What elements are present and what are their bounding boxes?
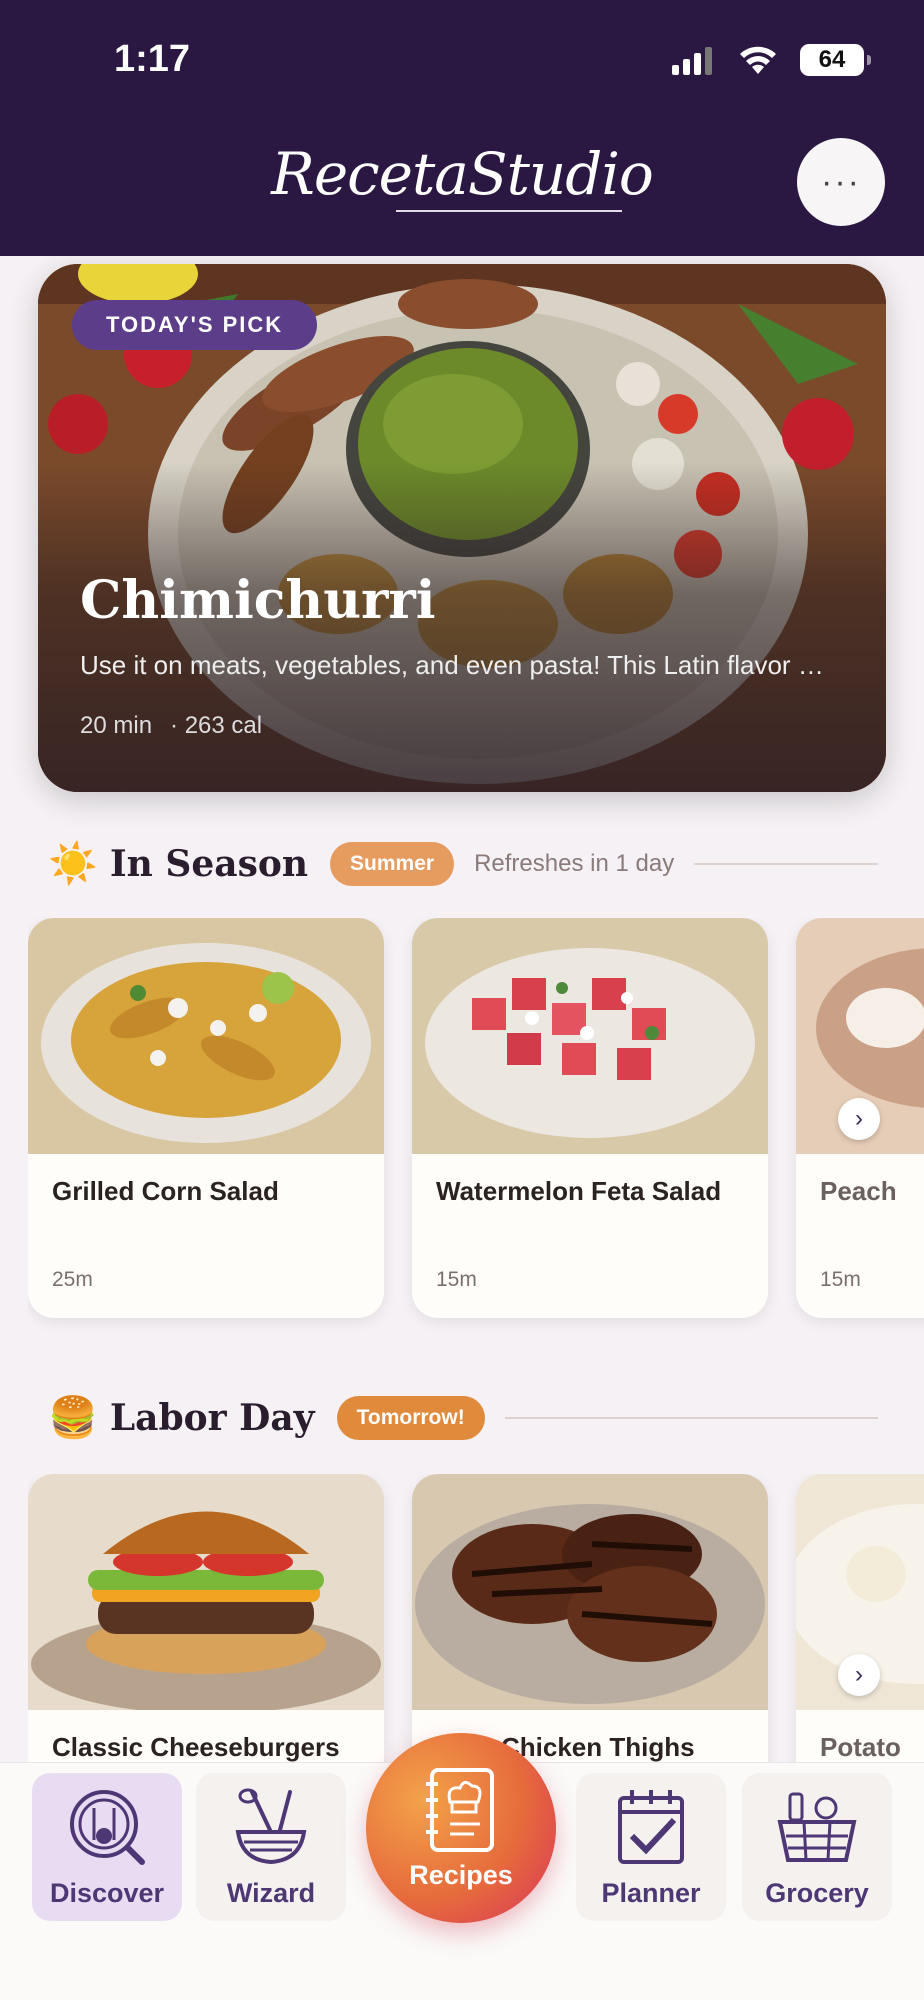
app-header: 1:17 64 RecetaStudio ···	[0, 0, 924, 256]
nav-discover-label: Discover	[49, 1878, 165, 1908]
nav-wizard-label: Wizard	[226, 1878, 316, 1908]
logo-underline	[396, 210, 622, 212]
recipe-name: Classic Cheeseburgers	[52, 1732, 340, 1762]
hero-description: Use it on meats, vegetables, and even pa…	[80, 650, 824, 680]
refresh-note: Refreshes in 1 day	[474, 849, 675, 877]
todays-pick-badge: TODAY'S PICK	[72, 300, 318, 350]
bottom-nav: Discover Wizard Recipes Planner Grocery	[0, 1733, 924, 2000]
recipe-time: 15m	[436, 1268, 477, 1291]
hero-time: 20 min	[80, 712, 153, 739]
grocery-basket-icon	[777, 1792, 857, 1862]
nav-planner[interactable]: Planner	[576, 1773, 726, 1921]
status-time: 1:17	[114, 38, 191, 80]
hero-title: Chimichurri	[80, 570, 436, 631]
burger-icon: 🍔	[48, 1396, 98, 1440]
status-icons: 64	[670, 44, 871, 76]
nav-recipes-label: Recipes	[409, 1859, 513, 1890]
nav-grocery[interactable]: Grocery	[742, 1773, 892, 1921]
nav-recipes[interactable]: Recipes	[366, 1733, 556, 1923]
battery-indicator: 64	[800, 44, 871, 76]
nav-wizard[interactable]: Wizard	[196, 1773, 346, 1921]
recipe-card[interactable]: Watermelon Feta Salad 15m	[412, 918, 768, 1318]
recipe-name: Potato	[820, 1732, 901, 1762]
in-season-carousel[interactable]: Grilled Corn Salad 25m Watermelon Feta S…	[28, 918, 924, 1338]
carousel-next-button[interactable]: ›	[838, 1654, 880, 1696]
recipe-card[interactable]: › Peach 15m	[796, 918, 924, 1318]
recipe-image	[412, 918, 768, 1154]
hero-calories: · 263 cal	[170, 712, 263, 739]
recipe-name: Peach	[820, 1176, 897, 1206]
recipe-image	[28, 1474, 384, 1710]
recipe-time: 25m	[52, 1268, 93, 1291]
recipe-image	[28, 918, 384, 1154]
hero-meta: 20 min · 263 cal	[80, 712, 262, 740]
season-badge: Summer	[330, 841, 455, 886]
divider	[694, 862, 878, 865]
todays-pick-card[interactable]: TODAY'S PICK Chimichurri Use it on meats…	[38, 264, 886, 792]
sun-icon: ☀️	[48, 842, 98, 886]
recipe-name: Grilled Corn Salad	[52, 1176, 279, 1206]
recipe-time: 15m	[820, 1268, 861, 1291]
discover-icon	[70, 1790, 145, 1865]
recipe-image	[412, 1474, 768, 1710]
section-title: In Season	[109, 842, 309, 885]
more-menu-button[interactable]: ···	[797, 138, 885, 226]
wifi-icon	[740, 46, 776, 74]
divider	[504, 1416, 878, 1419]
recipe-book-icon	[426, 1767, 494, 1852]
labor-day-header: 🍔 Labor Day Tomorrow!	[48, 1394, 878, 1441]
calendar-icon	[618, 1790, 684, 1864]
mixing-bowl-icon	[235, 1788, 307, 1865]
app-logo: RecetaStudio	[271, 140, 654, 208]
carousel-next-button[interactable]: ›	[838, 1098, 880, 1140]
nav-planner-label: Planner	[601, 1878, 701, 1908]
in-season-header: ☀️ In Season Summer Refreshes in 1 day	[48, 840, 878, 887]
event-badge: Tomorrow!	[336, 1395, 485, 1440]
nav-discover[interactable]: Discover	[32, 1773, 182, 1921]
recipe-name: Watermelon Feta Salad	[436, 1176, 722, 1206]
section-title: Labor Day	[109, 1396, 315, 1439]
nav-grocery-label: Grocery	[765, 1878, 869, 1908]
signal-icon	[672, 47, 712, 75]
recipe-card[interactable]: Grilled Corn Salad 25m	[28, 918, 384, 1318]
